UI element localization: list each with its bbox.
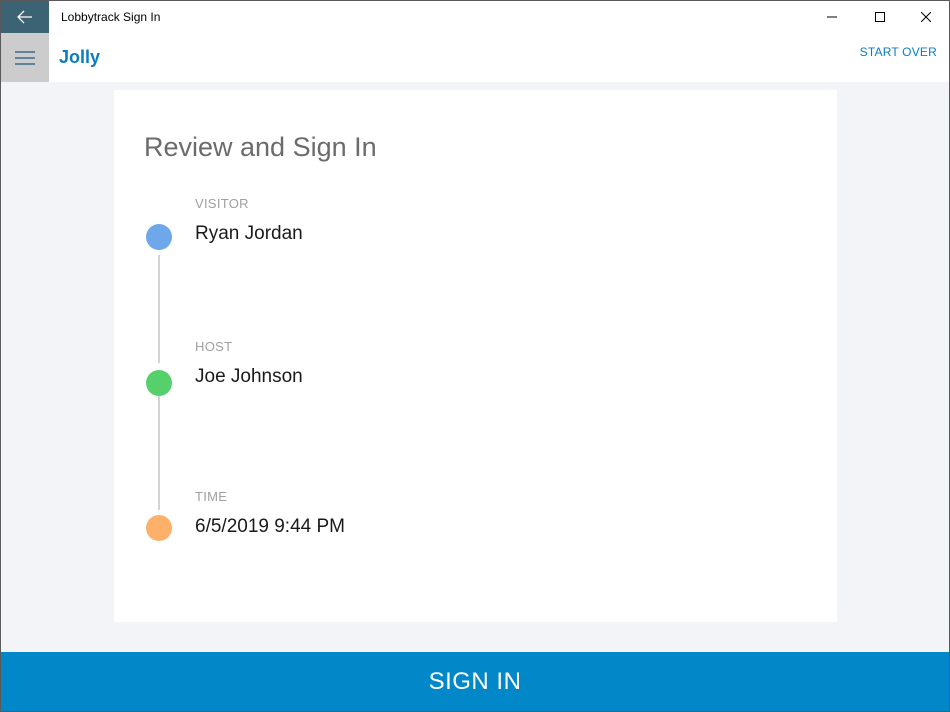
minimize-icon (827, 16, 837, 18)
host-name: Joe Johnson (195, 366, 303, 387)
host-dot (146, 370, 172, 396)
app-header: Jolly START OVER (1, 33, 949, 82)
arrow-left-icon (17, 10, 32, 24)
start-over-link[interactable]: START OVER (860, 45, 937, 59)
app-window: Lobbytrack Sign In Jolly START OVER Revi… (0, 0, 950, 712)
time-dot (146, 515, 172, 541)
maximize-button[interactable] (857, 1, 903, 33)
sign-in-button[interactable]: SIGN IN (1, 652, 949, 711)
maximize-icon (875, 12, 885, 22)
time-label: TIME (195, 489, 228, 504)
host-label: HOST (195, 339, 233, 354)
minimize-button[interactable] (809, 1, 855, 33)
hamburger-menu-icon (15, 50, 35, 65)
timeline-connector (158, 255, 160, 363)
window-title: Lobbytrack Sign In (61, 10, 161, 24)
menu-button[interactable] (1, 33, 49, 82)
title-bar: Lobbytrack Sign In (1, 1, 949, 33)
back-button[interactable] (1, 1, 49, 33)
card-heading: Review and Sign In (144, 132, 377, 162)
visitor-name: Ryan Jordan (195, 223, 303, 244)
visitor-dot (146, 224, 172, 250)
close-icon (921, 12, 931, 22)
timeline-connector (158, 395, 160, 510)
close-button[interactable] (903, 1, 949, 33)
review-card: Review and Sign In VISITOR Ryan Jordan H… (114, 90, 837, 622)
sign-in-label: SIGN IN (428, 668, 522, 695)
visitor-label: VISITOR (195, 196, 249, 211)
app-title: Jolly (59, 47, 101, 67)
time-value: 6/5/2019 9:44 PM (195, 516, 345, 537)
